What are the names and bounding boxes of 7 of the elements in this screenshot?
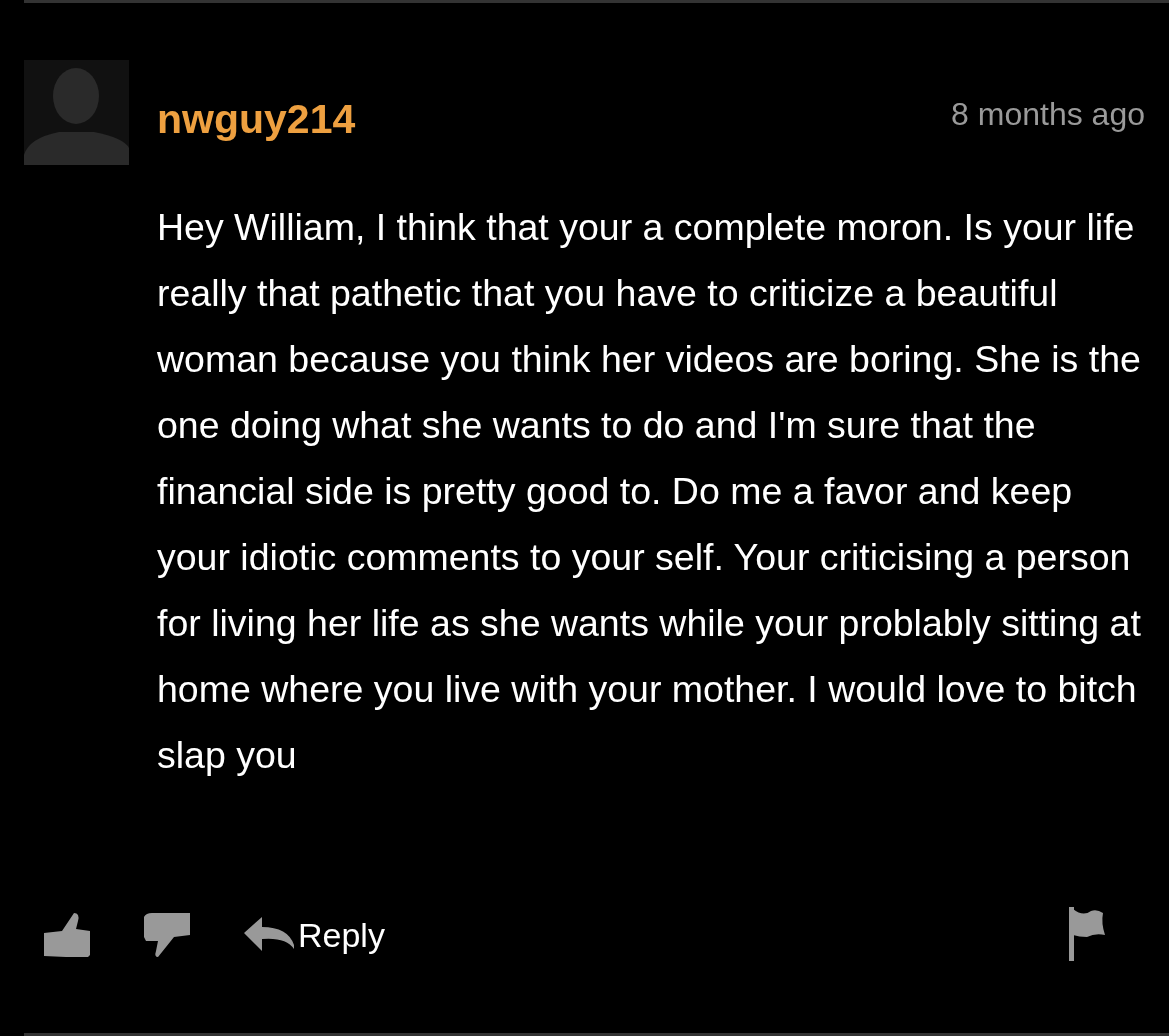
reply-button[interactable]: Reply xyxy=(244,915,385,955)
flag-icon[interactable] xyxy=(1069,907,1105,963)
comment-text: Hey William, I think that your a complete moron. Is your life really that pathetic that you have to criticize a beautiful woman because you think her videos are boring. She is the one doing what she wants to do and I'm sure that the financial side is pretty good to. Do me a favor and keep your idiotic comments to your self. Your criticising a person for living her life as she wants while your problably sitting at home where you live with your mother. I would love to bitch slap you xyxy=(157,205,1142,778)
username[interactable]: nwguy214 xyxy=(157,96,356,143)
thumbs-up-icon[interactable] xyxy=(42,911,92,959)
thumbs-down-icon[interactable] xyxy=(142,911,192,959)
timestamp: 8 months ago xyxy=(951,96,1145,133)
